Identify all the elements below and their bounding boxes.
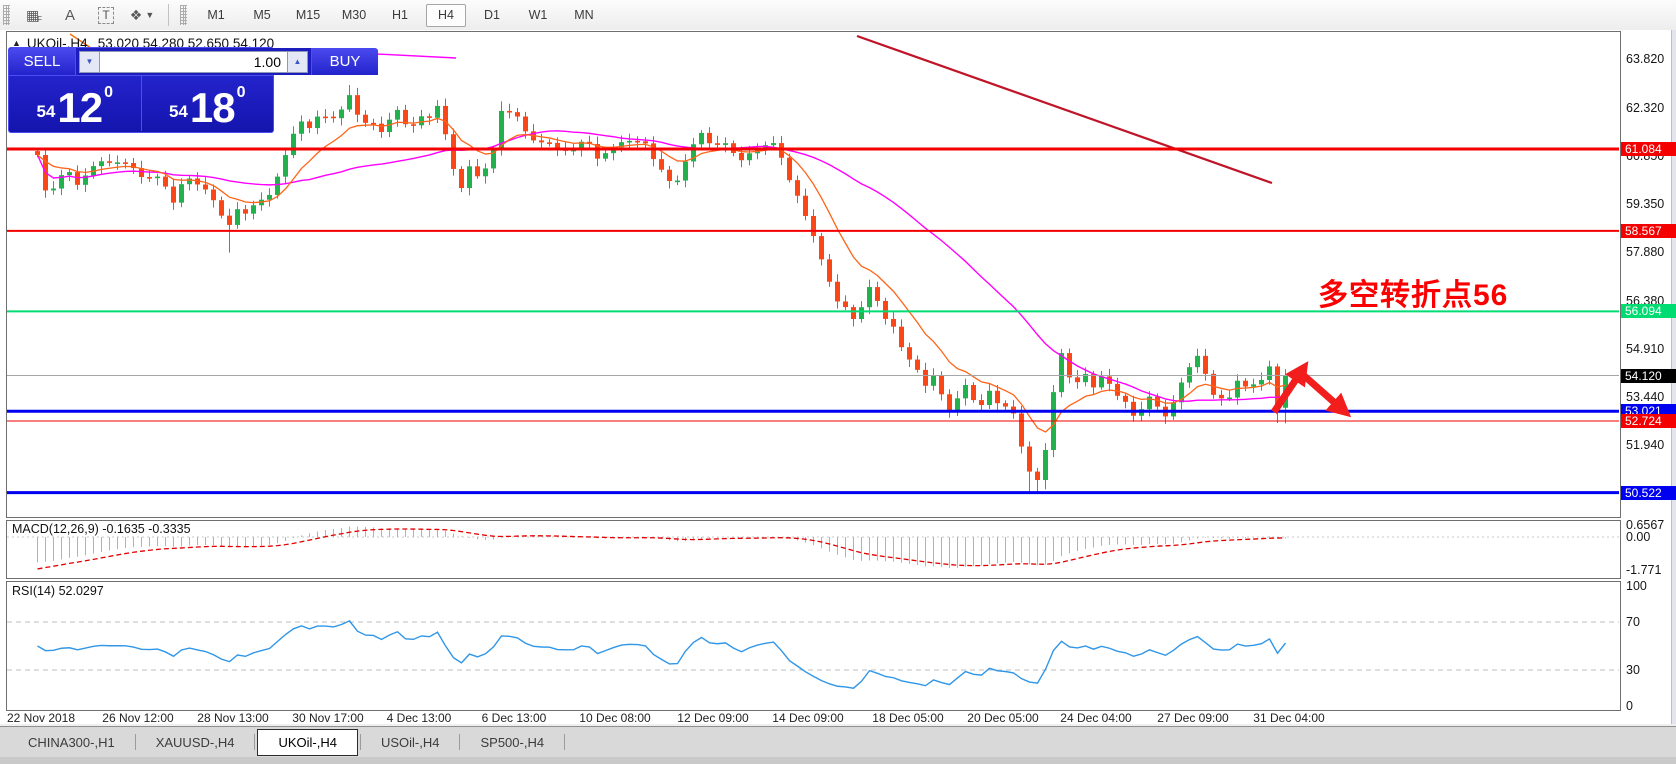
price-tick-label: 53.440 (1626, 389, 1665, 404)
chart-profile-icon[interactable]: ▦ F (20, 3, 48, 27)
time-axis-label: 28 Nov 13:00 (197, 711, 269, 725)
chart-tab-usoilh4[interactable]: USOil-,H4 (363, 731, 458, 754)
price-tick-label: 54.910 (1626, 341, 1665, 356)
time-axis-label: 18 Dec 05:00 (872, 711, 944, 725)
time-axis-label: 24 Dec 04:00 (1060, 711, 1132, 725)
price-chart-canvas[interactable] (0, 30, 1676, 724)
mt4-terminal-window: ▦ F A T ❖ ▼ M1 M5 M15 M30 H1 H4 D1 W1 MN ▲ UKOil-,H… (0, 0, 1676, 764)
volume-input[interactable] (100, 50, 287, 73)
timeframe-button-w1[interactable]: W1 (518, 4, 558, 27)
tab-separator (134, 734, 136, 750)
macd-panel-frame (6, 520, 1621, 579)
volume-increase-button[interactable]: ▲ (287, 50, 308, 73)
current-price-label: 54.120 (1621, 368, 1676, 383)
timeframe-button-d1[interactable]: D1 (472, 4, 512, 27)
tab-separator (459, 734, 461, 750)
price-level-label: 56.094 (1621, 304, 1676, 319)
text-tool-icon[interactable]: T (92, 3, 120, 27)
one-click-trade-panel: SELL ▼ ▲ BUY 54120 54180 (8, 47, 378, 133)
chart-annotation-text: 多空转折点56 (1318, 279, 1509, 312)
top-toolbar: ▦ F A T ❖ ▼ M1 M5 M15 M30 H1 H4 D1 W1 MN (0, 0, 1676, 31)
timeframe-button-m30[interactable]: M30 (334, 4, 374, 27)
chart-tab-ukoilh4[interactable]: UKOil-,H4 (257, 728, 358, 756)
toolbar-grip-2[interactable] (180, 5, 187, 25)
toolbar-separator (168, 4, 169, 26)
price-level-label: 50.522 (1621, 485, 1676, 500)
tab-separator (254, 734, 256, 750)
time-axis-label: 4 Dec 13:00 (386, 711, 452, 725)
volume-control: ▼ ▲ (76, 48, 311, 75)
volume-decrease-button[interactable]: ▼ (79, 50, 100, 73)
bid-price-big: 12 (57, 84, 103, 132)
rsi-axis-label: 0 (1626, 699, 1633, 713)
tab-separator (359, 734, 361, 750)
shapes-tool-icon[interactable]: ❖ ▼ (128, 3, 156, 27)
timeframe-button-m1[interactable]: M1 (196, 4, 236, 27)
chart-tab-sp500h4[interactable]: SP500-,H4 (462, 731, 562, 754)
ask-price-button[interactable]: 54 18 0 (140, 76, 274, 132)
cursor-tool-icon[interactable]: A (56, 3, 84, 27)
time-axis-label: 6 Dec 13:00 (481, 711, 547, 725)
price-tick-label: 62.320 (1626, 100, 1665, 115)
time-axis-label: 12 Dec 09:00 (677, 711, 749, 725)
timeframe-button-group: M1 M5 M15 M30 H1 H4 D1 W1 MN (193, 3, 607, 27)
rsi-indicator-label: RSI(14) 52.0297 (12, 584, 104, 598)
chevron-down-icon: ▼ (145, 10, 155, 20)
price-level-label: 61.084 (1621, 142, 1676, 156)
time-axis-label: 14 Dec 09:00 (772, 711, 844, 725)
rsi-axis-label: 100 (1626, 579, 1647, 593)
time-axis-label: 10 Dec 08:00 (579, 711, 651, 725)
time-axis-label: 27 Dec 09:00 (1157, 711, 1229, 725)
tab-separator (564, 734, 566, 750)
timeframe-button-mn[interactable]: MN (564, 4, 604, 27)
bid-price-sup: 0 (104, 84, 114, 101)
macd-axis-label: 0.00 (1626, 530, 1651, 544)
time-axis-label: 31 Dec 04:00 (1253, 711, 1325, 725)
sell-button[interactable]: SELL (9, 48, 76, 75)
window-bottom-strip (0, 757, 1676, 764)
macd-axis-label: -1.771 (1626, 562, 1662, 577)
timeframe-button-h1[interactable]: H1 (380, 4, 420, 27)
price-tick-label: 51.940 (1626, 438, 1665, 453)
time-axis-label: 20 Dec 05:00 (967, 711, 1039, 725)
chart-tab-xauusdh4[interactable]: XAUUSD-,H4 (138, 731, 253, 754)
timeframe-button-h4[interactable]: H4 (426, 3, 466, 27)
buy-button[interactable]: BUY (311, 48, 378, 75)
bid-price-small: 54 (36, 102, 56, 121)
price-tick-label: 59.350 (1626, 197, 1665, 212)
ask-price-big: 18 (189, 84, 236, 132)
ask-price-small: 54 (168, 102, 188, 121)
price-tick-label: 57.880 (1626, 245, 1665, 260)
bid-price-button[interactable]: 54 12 0 (9, 76, 141, 131)
ask-price-sup: 0 (236, 84, 246, 101)
rsi-panel-frame (6, 581, 1621, 711)
chart-tab-china300h1[interactable]: CHINA300-,H1 (10, 731, 133, 754)
price-tick-label: 63.820 (1626, 52, 1665, 66)
timeframe-button-m15[interactable]: M15 (288, 4, 328, 27)
timeframe-button-m5[interactable]: M5 (242, 4, 282, 27)
price-level-label: 58.567 (1621, 223, 1676, 238)
price-level-label: 52.724 (1621, 413, 1676, 428)
macd-indicator-label: MACD(12,26,9) -0.1635 -0.3335 (12, 522, 191, 536)
time-axis-label: 22 Nov 2018 (6, 711, 76, 725)
rsi-axis-label: 70 (1626, 615, 1640, 629)
time-axis-label: 26 Nov 12:00 (102, 711, 174, 725)
toolbar-grip[interactable] (3, 5, 10, 25)
chart-tabs-bar: CHINA300-,H1 XAUUSD-,H4 UKOil-,H4 USOil-,H4… (0, 726, 1676, 757)
time-axis-label: 30 Nov 17:00 (292, 711, 364, 725)
rsi-axis-label: 30 (1626, 663, 1640, 677)
